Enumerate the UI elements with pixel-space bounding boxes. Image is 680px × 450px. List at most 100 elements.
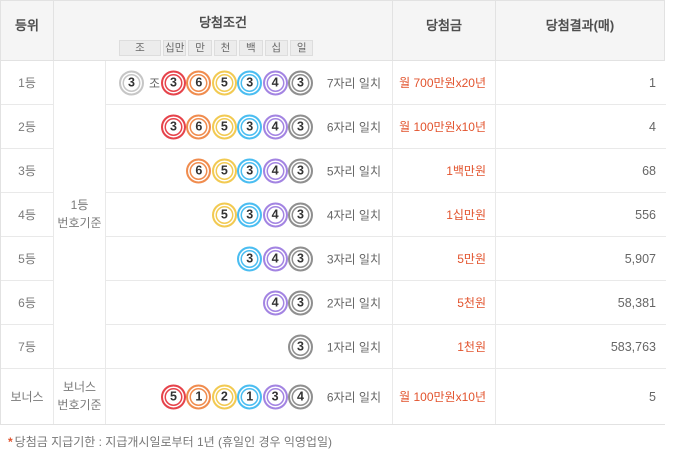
basis-bonus-line: 보너스 bbox=[62, 380, 97, 395]
rank-cell: 보너스 bbox=[1, 369, 54, 424]
number-ball: 5 bbox=[211, 202, 237, 227]
number-ball: 4 bbox=[262, 114, 288, 139]
number-ball: 3 bbox=[288, 246, 313, 271]
number-ball: 3 bbox=[161, 114, 186, 139]
rank-cell: 7등 bbox=[1, 325, 54, 369]
footnote-text: 당첨금 지급기한 : 지급개시일로부터 1년 (휴일인 경우 익영업일) bbox=[14, 435, 333, 449]
footnote-marker: * bbox=[8, 435, 13, 449]
payment-deadline-footnote: * 당첨금 지급기한 : 지급개시일로부터 1년 (휴일인 경우 익영업일) bbox=[8, 433, 332, 450]
result-cell: 1 bbox=[496, 61, 666, 105]
number-ball: 6 bbox=[186, 158, 212, 183]
group-ball: 3 bbox=[119, 70, 144, 95]
number-ball: 3 bbox=[288, 334, 313, 359]
match-label: 3자리 일치 bbox=[326, 252, 381, 266]
result-cell: 68 bbox=[496, 149, 666, 193]
header-result: 당첨결과(매) bbox=[496, 1, 664, 60]
rank-cell: 6등 bbox=[1, 281, 54, 325]
condition-cell: 5 3 4 3 4자리 일치 bbox=[106, 193, 393, 237]
condition-cell: 5 1 2 1 3 4 6자리 일치 bbox=[106, 369, 393, 424]
condition-cell: 3 6 5 3 4 3 6자리 일치 bbox=[106, 105, 393, 149]
table-header: 등위 당첨조건 조 십만 만 천 백 십 일 당첨금 당첨결과(매) bbox=[1, 1, 664, 61]
digit-position-strip: 조 십만 만 천 백 십 일 bbox=[119, 40, 314, 56]
match-label: 2자리 일치 bbox=[326, 296, 381, 310]
header-rank: 등위 bbox=[1, 1, 54, 60]
position-label-100: 백 bbox=[239, 40, 263, 56]
prize-cell: 1십만원 bbox=[393, 193, 496, 237]
basis-first-line: 1등 bbox=[70, 198, 89, 213]
result-cell: 556 bbox=[496, 193, 666, 237]
number-ball: 6 bbox=[186, 114, 212, 139]
basis-bonus-cell: 보너스번호기준 bbox=[54, 369, 106, 424]
number-ball: 3 bbox=[237, 246, 263, 271]
header-prize-label: 당첨금 bbox=[426, 18, 462, 33]
position-label-1: 일 bbox=[289, 40, 314, 56]
match-label: 6자리 일치 bbox=[326, 390, 381, 404]
number-ball: 4 bbox=[262, 290, 288, 315]
number-ball: 4 bbox=[288, 384, 313, 409]
header-condition: 당첨조건 조 십만 만 천 백 십 일 bbox=[54, 1, 393, 60]
match-label: 7자리 일치 bbox=[326, 76, 381, 90]
table-body: 1등 3 조 3 6 5 3 4 3 7자리 일치 월 700만원x20년 1 2등 3 6 5 3 4 3 6자리 … bbox=[1, 61, 666, 424]
number-ball: 1 bbox=[237, 384, 263, 409]
number-ball: 5 bbox=[211, 70, 237, 95]
number-ball: 5 bbox=[211, 158, 237, 183]
prize-cell: 월 100만원x10년 bbox=[393, 369, 496, 424]
number-ball: 3 bbox=[237, 70, 263, 95]
number-ball: 6 bbox=[186, 70, 212, 95]
position-label-10k: 만 bbox=[188, 40, 212, 56]
result-cell: 5 bbox=[496, 369, 666, 424]
prize-cell: 월 100만원x10년 bbox=[393, 105, 496, 149]
number-ball: 4 bbox=[262, 202, 288, 227]
number-ball: 2 bbox=[211, 384, 237, 409]
prize-cell: 1천원 bbox=[393, 325, 496, 369]
condition-cell: 6 5 3 4 3 5자리 일치 bbox=[106, 149, 393, 193]
number-ball: 3 bbox=[288, 114, 313, 139]
match-label: 6자리 일치 bbox=[326, 120, 381, 134]
prize-cell: 5천원 bbox=[393, 281, 496, 325]
rank-cell: 5등 bbox=[1, 237, 54, 281]
position-label-100k: 십만 bbox=[163, 40, 187, 56]
match-label: 4자리 일치 bbox=[326, 208, 381, 222]
number-ball: 3 bbox=[288, 290, 313, 315]
number-ball: 3 bbox=[237, 158, 263, 183]
rank-cell: 1등 bbox=[1, 61, 54, 105]
prize-cell: 1백만원 bbox=[393, 149, 496, 193]
header-condition-label: 당첨조건 bbox=[199, 15, 247, 30]
number-ball: 5 bbox=[161, 384, 186, 409]
condition-cell: 3 조 3 6 5 3 4 3 7자리 일치 bbox=[106, 61, 393, 105]
result-cell: 5,907 bbox=[496, 237, 666, 281]
number-ball: 4 bbox=[262, 246, 288, 271]
number-ball: 4 bbox=[262, 70, 288, 95]
basis-bonus-line: 번호기준 bbox=[57, 397, 102, 412]
match-label: 5자리 일치 bbox=[326, 164, 381, 178]
position-label-1k: 천 bbox=[213, 40, 238, 56]
number-ball: 3 bbox=[288, 158, 313, 183]
condition-cell: 4 3 2자리 일치 bbox=[106, 281, 393, 325]
prize-cell: 5만원 bbox=[393, 237, 496, 281]
header-prize: 당첨금 bbox=[393, 1, 496, 60]
rank-cell: 4등 bbox=[1, 193, 54, 237]
number-ball: 5 bbox=[211, 114, 237, 139]
basis-first-cell: 1등번호기준 bbox=[54, 61, 106, 369]
group-suffix-label: 조 bbox=[149, 76, 161, 90]
position-label-10: 십 bbox=[264, 40, 288, 56]
number-ball: 4 bbox=[262, 158, 288, 183]
number-ball: 3 bbox=[161, 70, 186, 95]
number-ball: 3 bbox=[288, 70, 313, 95]
number-ball: 3 bbox=[288, 202, 313, 227]
condition-cell: 3 4 3 3자리 일치 bbox=[106, 237, 393, 281]
header-rank-label: 등위 bbox=[15, 18, 39, 33]
condition-cell: 3 1자리 일치 bbox=[106, 325, 393, 369]
result-cell: 58,381 bbox=[496, 281, 666, 325]
header-result-label: 당첨결과(매) bbox=[545, 18, 615, 33]
number-ball: 3 bbox=[237, 114, 263, 139]
result-cell: 4 bbox=[496, 105, 666, 149]
rank-cell: 3등 bbox=[1, 149, 54, 193]
basis-first-line: 번호기준 bbox=[57, 215, 102, 230]
number-ball: 1 bbox=[186, 384, 212, 409]
prize-tier-table: 등위 당첨조건 조 십만 만 천 백 십 일 당첨금 당첨결과(매) 1등 3 조 3… bbox=[0, 0, 666, 425]
rank-cell: 2등 bbox=[1, 105, 54, 149]
position-label-group: 조 bbox=[119, 40, 161, 56]
result-cell: 583,763 bbox=[496, 325, 666, 369]
prize-cell: 월 700만원x20년 bbox=[393, 61, 496, 105]
